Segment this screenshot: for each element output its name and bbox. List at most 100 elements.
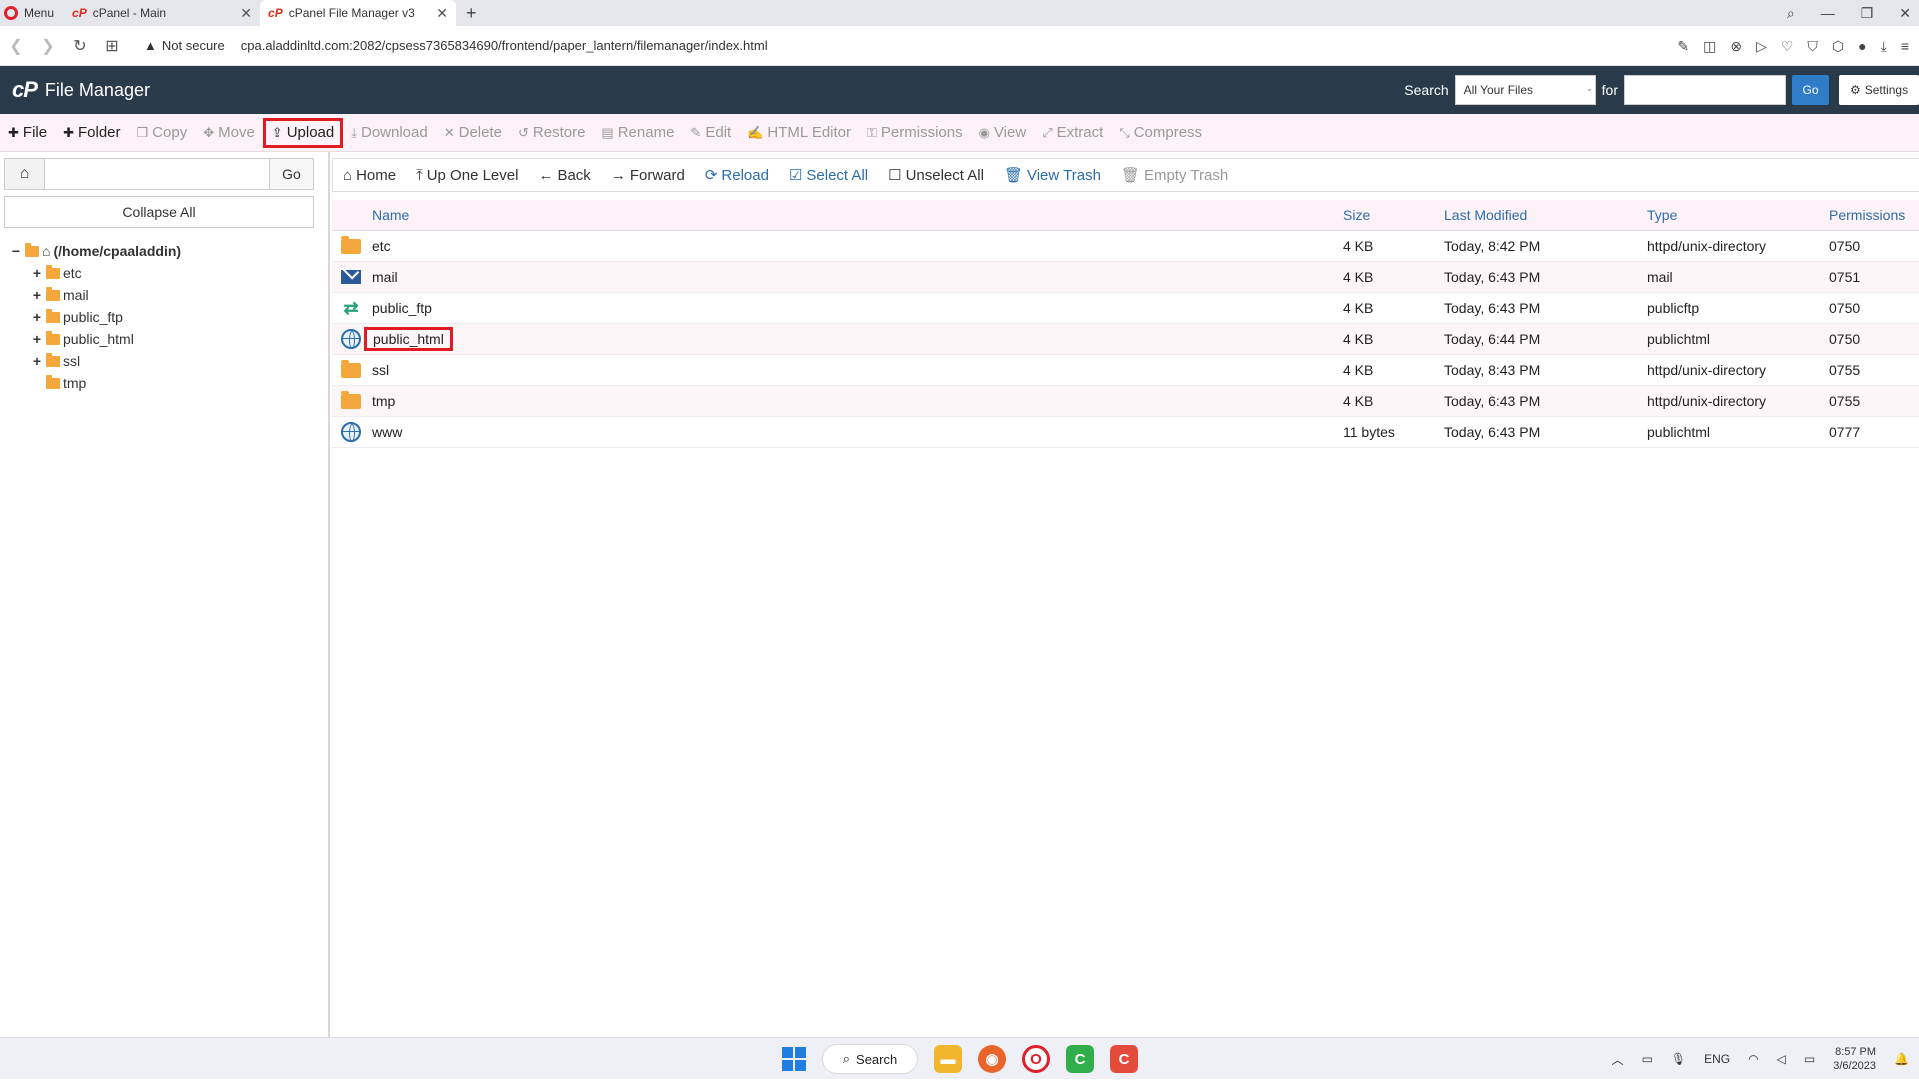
collapse-all-button[interactable]: Collapse All (4, 196, 314, 228)
url-field[interactable]: cpa.aladdinltd.com:2082/cpsess7365834690… (241, 38, 768, 53)
permissions-button[interactable]: ⚿ Permissions (859, 118, 971, 148)
tree-item-tmp[interactable]: tmp (10, 372, 181, 394)
edit-button[interactable]: ✎ Edit (682, 118, 739, 148)
recorder-app-icon[interactable]: C (1110, 1045, 1138, 1073)
tree-item-public-ftp[interactable]: + public_ftp (10, 306, 181, 328)
file-name[interactable]: etc (370, 238, 1343, 254)
rename-button[interactable]: ▤ Rename (593, 118, 682, 148)
download-button[interactable]: ⤓ Download (343, 118, 435, 148)
table-row[interactable]: ssl 4 KB Today, 8:43 PM httpd/unix-direc… (332, 355, 1919, 386)
cpanel-logo[interactable]: cP (12, 77, 38, 103)
column-last-modified[interactable]: Last Modified (1444, 207, 1647, 223)
opera-icon[interactable]: O (1022, 1045, 1050, 1073)
settings-button[interactable]: ⚙ Settings (1839, 75, 1919, 105)
table-row[interactable]: www 11 bytes Today, 6:43 PM publichtml 0… (332, 417, 1919, 448)
browser-back-icon[interactable]: ❮ (0, 36, 32, 56)
table-row[interactable]: public_html 4 KB Today, 6:44 PM publicht… (332, 324, 1919, 355)
tree-item-public-html[interactable]: + public_html (10, 328, 181, 350)
file-name[interactable]: www (370, 424, 1343, 440)
new-folder-button[interactable]: ✚ Folder (55, 118, 128, 148)
expand-toggle-icon[interactable]: + (31, 331, 43, 347)
new-tab-icon[interactable]: + (456, 3, 487, 24)
speed-dial-icon[interactable]: ⊞ (96, 36, 128, 56)
home-icon[interactable]: ⌂ (5, 159, 45, 189)
heart-icon[interactable]: ♡ (1781, 38, 1794, 55)
file-name[interactable]: public_html (364, 327, 453, 351)
microphone-icon[interactable]: 🎙 (1671, 1052, 1686, 1066)
search-scope-select[interactable]: All Your Files (1454, 75, 1596, 105)
profile-icon[interactable]: ● (1858, 38, 1866, 54)
tab-file-manager[interactable]: cP cPanel File Manager v3 ✕ (260, 0, 457, 26)
table-row[interactable]: etc 4 KB Today, 8:42 PM httpd/unix-direc… (332, 231, 1919, 262)
browser-forward-icon[interactable]: ❯ (32, 36, 64, 56)
path-input[interactable] (45, 159, 269, 189)
tab-close-icon[interactable]: ✕ (240, 5, 252, 22)
nav-home-button[interactable]: ⌂ Home (333, 167, 406, 184)
html-editor-button[interactable]: ✍ HTML Editor (739, 118, 859, 148)
chevron-up-icon[interactable]: ︿ (1612, 1051, 1624, 1068)
column-size[interactable]: Size (1343, 207, 1444, 223)
nav-empty-trash-button[interactable]: 🗑 Empty Trash (1111, 166, 1238, 185)
table-row[interactable]: tmp 4 KB Today, 6:43 PM httpd/unix-direc… (332, 386, 1919, 417)
clock[interactable]: 8:57 PM 3/6/2023 (1833, 1045, 1876, 1073)
tree-item-ssl[interactable]: + ssl (10, 350, 181, 372)
player-icon[interactable]: ▷ (1756, 38, 1767, 55)
file-name[interactable]: tmp (370, 393, 1343, 409)
column-type[interactable]: Type (1647, 207, 1829, 223)
tree-item-mail[interactable]: + mail (10, 284, 181, 306)
copy-button[interactable]: ❐ Copy (129, 118, 196, 148)
file-explorer-icon[interactable]: ▬ (934, 1045, 962, 1073)
new-file-button[interactable]: ✚ File (0, 118, 55, 148)
snapshot-edit-icon[interactable]: ✎ (1677, 38, 1689, 55)
search-input[interactable] (1624, 75, 1786, 105)
easy-setup-icon[interactable]: ≡ (1901, 38, 1909, 54)
nav-up-one-level-button[interactable]: ⤒ Up One Level (406, 167, 528, 184)
monitor-icon[interactable]: ▭ (1642, 1052, 1653, 1066)
file-name[interactable]: mail (370, 269, 1343, 285)
expand-toggle-icon[interactable]: + (31, 265, 43, 281)
expand-toggle-icon[interactable]: + (31, 309, 43, 325)
nav-view-trash-button[interactable]: 🗑 View Trash (994, 166, 1111, 185)
delete-button[interactable]: ✕ Delete (436, 118, 510, 148)
battery-icon[interactable]: ▭ (1804, 1052, 1815, 1066)
collapse-toggle-icon[interactable]: − (10, 243, 22, 259)
browser-menu-button[interactable]: Menu (0, 0, 64, 26)
tree-root[interactable]: − ⌂ (/home/cpaaladdin) (10, 240, 181, 262)
nav-forward-button[interactable]: → Forward (601, 167, 695, 184)
compress-button[interactable]: ⤡ Compress (1111, 118, 1210, 148)
wifi-icon[interactable]: ◠ (1748, 1052, 1758, 1066)
path-go-button[interactable]: Go (269, 159, 313, 189)
column-permissions[interactable]: Permissions (1829, 207, 1919, 223)
browser-search-icon[interactable]: ⌕ (1787, 5, 1795, 22)
expand-toggle-icon[interactable]: + (31, 353, 43, 369)
restore-window-icon[interactable]: ❐ (1861, 5, 1874, 22)
downloads-icon[interactable]: ⤓ (1881, 38, 1887, 55)
tab-close-icon[interactable]: ✕ (436, 5, 448, 22)
vpn-shield-icon[interactable]: ⛉ (1807, 38, 1818, 55)
table-row[interactable]: mail 4 KB Today, 6:43 PM mail 0751 (332, 262, 1919, 293)
close-window-icon[interactable]: ✕ (1899, 5, 1911, 22)
move-button[interactable]: ✥ Move (195, 118, 263, 148)
search-go-button[interactable]: Go (1792, 75, 1829, 105)
upload-button[interactable]: ⇪ Upload (262, 117, 344, 148)
restore-button[interactable]: ↺ Restore (510, 118, 593, 148)
extract-button[interactable]: ⤢ Extract (1034, 118, 1111, 148)
firefox-icon[interactable]: ◉ (978, 1045, 1006, 1073)
security-indicator[interactable]: ▲ Not secure (144, 38, 225, 53)
nav-unselect-all-button[interactable]: ☐ Unselect All (878, 166, 994, 185)
notification-bell-icon[interactable]: 🔔 (1894, 1052, 1909, 1066)
file-name[interactable]: public_ftp (370, 300, 1343, 316)
tab-cpanel-main[interactable]: cP cPanel - Main ✕ (64, 0, 260, 26)
nav-back-button[interactable]: ← Back (528, 167, 600, 184)
view-button[interactable]: ◉ View (971, 118, 1035, 148)
taskbar-search-button[interactable]: ⌕ Search (822, 1044, 918, 1074)
nav-reload-button[interactable]: ⟳ Reload (695, 166, 779, 185)
language-indicator[interactable]: ENG (1704, 1052, 1730, 1066)
expand-toggle-icon[interactable]: + (31, 287, 43, 303)
extensions-cube-icon[interactable]: ⬡ (1832, 38, 1844, 55)
nav-select-all-button[interactable]: ☑ Select All (779, 166, 878, 185)
file-name[interactable]: ssl (370, 362, 1343, 378)
camera-icon[interactable]: ◫ (1703, 38, 1716, 55)
browser-reload-icon[interactable]: ↻ (64, 36, 96, 56)
minimize-icon[interactable]: — (1821, 5, 1835, 21)
